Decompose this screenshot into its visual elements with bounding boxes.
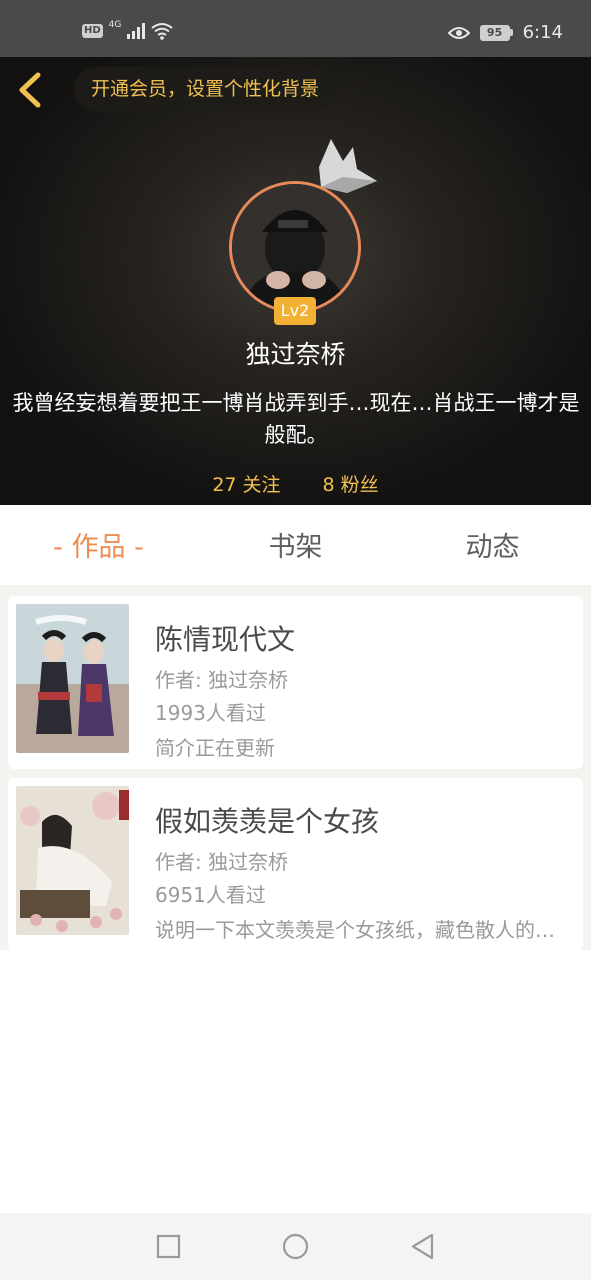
book-author: 作者: 独过奈桥 [155,850,289,874]
wifi-icon [151,23,173,40]
book-cover [16,604,129,753]
book-title: 陈情现代文 [155,623,296,656]
follow-stats: 27 关注 8 粉丝 [0,470,591,497]
battery-icon: 95 [479,24,513,41]
book-views: 1993人看过 [155,701,266,725]
followers-count[interactable]: 8 粉丝 [323,470,379,497]
profile-tabs: - 作品 - 书架 动态 [0,505,591,585]
tab-works[interactable]: - 作品 - [0,505,197,585]
recent-apps-icon [156,1234,181,1259]
hd-icon: HD [82,24,103,38]
battery-level: 95 [479,24,510,41]
network-type: 4G [108,20,122,30]
system-nav-bar [0,1213,591,1280]
avatar-image [232,184,358,310]
book-author: 作者: 独过奈桥 [155,668,289,692]
book-title: 假如羡羡是个女孩 [155,805,380,838]
book-summary: 简介正在更新 [155,736,275,760]
home-icon [282,1233,309,1260]
book-card[interactable]: 假如羡羡是个女孩 作者: 独过奈桥 6951人看过 说明一下本文羡羡是个女孩纸，… [8,778,583,951]
book-cover [16,786,129,935]
eye-icon [447,26,470,39]
tab-activity[interactable]: 动态 [394,505,591,585]
chevron-left-icon [19,72,41,108]
profile-header: 开通会员，设置个性化背景 Lv2 独过奈桥 我曾经妄想着要把王一博肖战弄到手…现… [0,57,591,505]
back-icon [411,1233,434,1260]
following-count[interactable]: 27 关注 [212,470,280,497]
back-button[interactable] [14,71,48,109]
tab-bookshelf[interactable]: 书架 [197,505,394,585]
username: 独过奈桥 [245,340,346,369]
status-left: HD 4G [82,20,173,40]
status-right: 95 6:14 [447,22,563,43]
back-nav-button[interactable] [409,1233,436,1260]
bio-text: 我曾经妄想着要把王一博肖战弄到手…现在…肖战王一博才是般配。 [12,391,580,447]
status-bar: HD 4G 95 6:14 [0,0,591,57]
clock: 6:14 [522,22,563,43]
level-badge: Lv2 [274,297,316,325]
recent-apps-button[interactable] [155,1233,182,1260]
vip-background-prompt[interactable]: 开通会员，设置个性化背景 [74,67,337,111]
book-summary: 说明一下本文羡羡是个女孩纸，藏色散人的女儿，师姐的师妹 [155,918,565,942]
signal-icon [127,23,146,39]
home-button[interactable] [282,1233,309,1260]
works-list: 陈情现代文 作者: 独过奈桥 1993人看过 简介正在更新 假如羡羡是个女孩 作… [0,585,591,951]
avatar[interactable] [229,181,361,313]
book-card[interactable]: 陈情现代文 作者: 独过奈桥 1993人看过 简介正在更新 [8,596,583,769]
book-views: 6951人看过 [155,883,266,907]
